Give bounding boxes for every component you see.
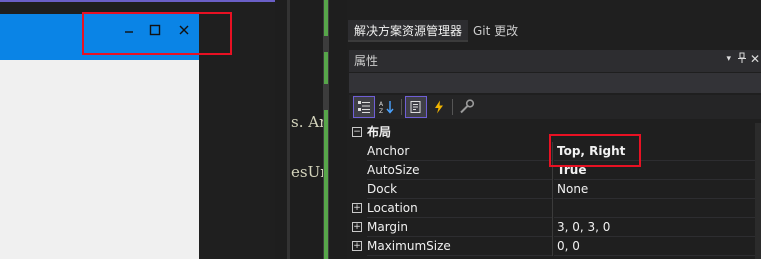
highlight-box-anchor-value: [549, 134, 641, 167]
categorized-button[interactable]: [353, 96, 375, 118]
events-button[interactable]: [429, 97, 449, 117]
svg-text:A: A: [379, 101, 384, 108]
tab-solution-explorer[interactable]: 解决方案资源管理器: [348, 20, 469, 42]
property-name: Margin: [367, 218, 552, 237]
properties-icon: [410, 101, 421, 113]
property-pages-icon: [460, 99, 475, 114]
column-splitter[interactable]: [552, 218, 553, 237]
editor-splitter[interactable]: [287, 0, 290, 259]
property-value[interactable]: 0, 0: [554, 237, 755, 256]
property-grid-scrollbar[interactable]: [755, 123, 761, 259]
svg-text:Z: Z: [379, 108, 383, 114]
property-name: Anchor: [367, 142, 552, 161]
designer-top-accent: [0, 0, 290, 2]
properties-title: 属性: [354, 54, 379, 68]
code-line: esUr: [291, 163, 323, 181]
property-value[interactable]: [554, 199, 755, 218]
collapse-icon[interactable]: −: [352, 127, 362, 137]
property-row-margin[interactable]: + Margin 3, 0, 3, 0: [349, 218, 755, 237]
object-selector-combo[interactable]: [349, 73, 761, 93]
tool-window-tabs: 解决方案资源管理器 Git 更改: [347, 18, 761, 44]
code-line: s. Ar: [291, 113, 323, 131]
properties-toolbar: A Z: [349, 95, 761, 119]
window-position-dropdown-icon[interactable]: ▾: [726, 54, 731, 64]
expand-icon[interactable]: +: [352, 222, 362, 232]
change-marker: [324, 0, 328, 36]
properties-title-bar: 属性 ▾ ✕: [349, 50, 761, 72]
expand-icon[interactable]: +: [352, 203, 362, 213]
column-splitter[interactable]: [552, 199, 553, 218]
events-icon: [435, 100, 443, 114]
expand-icon[interactable]: +: [352, 241, 362, 251]
property-row-location[interactable]: + Location: [349, 199, 755, 218]
properties-button[interactable]: [405, 96, 427, 118]
change-marker: [324, 52, 328, 84]
property-pages-button[interactable]: [457, 97, 477, 117]
property-name: MaximumSize: [367, 237, 552, 256]
property-row-dock[interactable]: Dock None: [349, 180, 755, 199]
form-client-area[interactable]: [0, 60, 199, 259]
highlight-box-window-buttons: [82, 12, 232, 55]
pin-icon[interactable]: [737, 52, 747, 67]
close-icon[interactable]: ✕: [750, 52, 760, 66]
alphabetical-icon: A Z: [379, 101, 394, 114]
property-name: Dock: [367, 180, 552, 199]
categorized-icon: [358, 101, 370, 113]
category-label: 布局: [367, 125, 392, 139]
alphabetical-button[interactable]: A Z: [377, 97, 397, 117]
property-value[interactable]: 3, 0, 3, 0: [554, 218, 755, 237]
tab-git-changes[interactable]: Git 更改: [467, 20, 524, 42]
property-name: AutoSize: [367, 161, 552, 180]
property-name: Location: [367, 199, 552, 218]
column-splitter[interactable]: [552, 180, 553, 199]
property-value[interactable]: None: [554, 180, 755, 199]
toolbar-separator: [452, 99, 453, 115]
change-marker: [324, 110, 328, 259]
column-splitter[interactable]: [552, 237, 553, 256]
toolbar-separator: [401, 99, 402, 115]
property-row-maximumsize[interactable]: + MaximumSize 0, 0: [349, 237, 755, 256]
